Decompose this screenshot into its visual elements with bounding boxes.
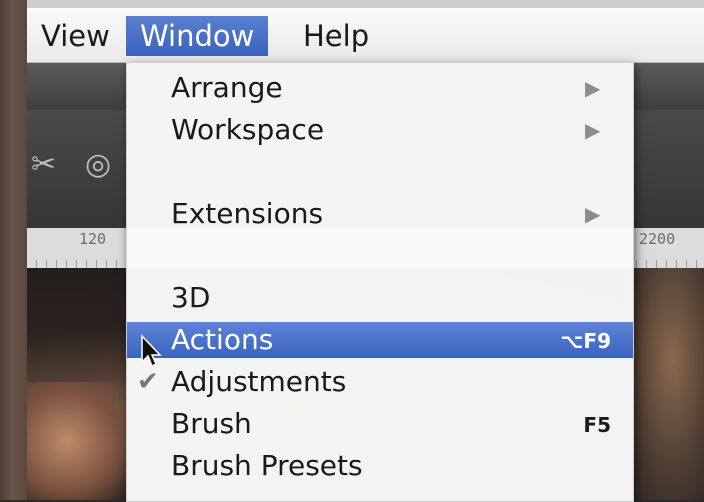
menu-item-label: Workspace bbox=[171, 113, 325, 146]
menu-item-label: Arrange bbox=[171, 71, 283, 104]
menu-item-label: Brush Presets bbox=[171, 449, 363, 482]
arrow-cursor-icon bbox=[141, 334, 162, 368]
menu-item-brush-presets[interactable]: Brush Presets bbox=[127, 448, 633, 484]
desk-background bbox=[0, 0, 27, 500]
menu-item-label: Actions bbox=[171, 323, 274, 356]
menu-item-label: Extensions bbox=[171, 197, 324, 230]
ruler-label-right: 2200 bbox=[639, 230, 676, 248]
menu-view[interactable]: View bbox=[27, 16, 124, 56]
menu-item-label: 3D bbox=[171, 281, 211, 314]
menu-item-actions[interactable]: Actions ⌥F9 bbox=[127, 322, 633, 358]
menu-item-extensions[interactable]: Extensions ▶ bbox=[127, 196, 633, 232]
menu-item-shortcut: ⌥F9 bbox=[560, 329, 611, 353]
screen-bezel bbox=[27, 0, 704, 8]
menu-item-workspace[interactable]: Workspace ▶ bbox=[127, 112, 633, 148]
menu-item-label: Brush bbox=[171, 407, 252, 440]
canvas-photo-region-right bbox=[625, 268, 704, 500]
target-brush-icon[interactable]: ◎ bbox=[85, 150, 111, 180]
menu-item-brush[interactable]: Brush F5 bbox=[127, 406, 633, 442]
triangle-right-icon: ▶ bbox=[585, 76, 601, 100]
menu-bar: View Window Help bbox=[27, 8, 704, 63]
menu-item-shortcut: F5 bbox=[583, 413, 611, 437]
menu-window[interactable]: Window bbox=[126, 16, 269, 56]
menu-item-arrange[interactable]: Arrange ▶ bbox=[127, 70, 633, 106]
menu-item-adjustments[interactable]: ✔ Adjustments bbox=[127, 364, 633, 400]
scissors-icon[interactable]: ✂ bbox=[31, 150, 56, 180]
window-menu-dropdown: Arrange ▶ Workspace ▶ Extensions ▶ 3D Ac… bbox=[126, 62, 634, 502]
menu-help[interactable]: Help bbox=[289, 16, 383, 56]
canvas-photo-region bbox=[27, 382, 127, 500]
triangle-right-icon: ▶ bbox=[585, 118, 601, 142]
menu-item-3d[interactable]: 3D bbox=[127, 280, 633, 316]
ruler-label-left: 120 bbox=[79, 230, 107, 248]
triangle-right-icon: ▶ bbox=[585, 202, 601, 226]
menu-item-label: Adjustments bbox=[171, 365, 347, 398]
